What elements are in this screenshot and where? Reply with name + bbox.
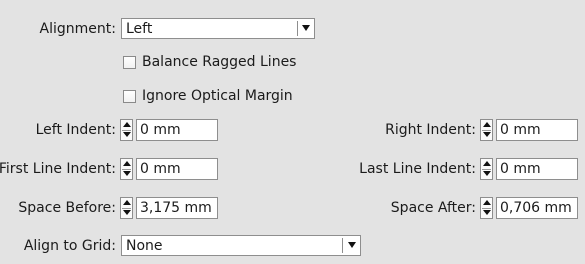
space-before-stepper[interactable] (120, 197, 133, 219)
balance-ragged-lines-label: Balance Ragged Lines (142, 54, 297, 70)
decrement-icon[interactable] (123, 171, 131, 176)
decrement-icon[interactable] (483, 132, 491, 137)
left-indent-stepper[interactable] (120, 119, 133, 141)
dropdown-separator (297, 21, 298, 36)
ignore-optical-margin-label: Ignore Optical Margin (142, 88, 293, 104)
space-after-label: Space After: (390, 200, 476, 216)
alignment-dropdown[interactable]: Left (121, 18, 315, 39)
increment-icon[interactable] (483, 200, 491, 205)
first-line-indent-label: First Line Indent: (0, 161, 116, 177)
right-indent-field[interactable]: 0 mm (496, 119, 578, 141)
first-line-indent-field[interactable]: 0 mm (136, 158, 218, 180)
left-indent-label: Left Indent: (35, 122, 116, 138)
space-before-field[interactable]: 3,175 mm (136, 197, 218, 219)
last-line-indent-stepper[interactable] (480, 158, 493, 180)
space-before-label: Space Before: (18, 200, 116, 216)
decrement-icon[interactable] (123, 210, 131, 215)
last-line-indent-field[interactable]: 0 mm (496, 158, 578, 180)
increment-icon[interactable] (483, 122, 491, 127)
last-line-indent-value: 0 mm (500, 161, 541, 177)
align-to-grid-value: None (126, 238, 163, 254)
space-before-value: 3,175 mm (140, 200, 212, 216)
align-to-grid-label: Align to Grid: (23, 238, 116, 254)
increment-icon[interactable] (483, 161, 491, 166)
right-indent-stepper[interactable] (480, 119, 493, 141)
chevron-down-icon (302, 25, 310, 31)
chevron-down-icon (348, 242, 356, 248)
increment-icon[interactable] (123, 200, 131, 205)
alignment-label: Alignment: (39, 21, 116, 37)
first-line-indent-stepper[interactable] (120, 158, 133, 180)
left-indent-value: 0 mm (140, 122, 181, 138)
first-line-indent-value: 0 mm (140, 161, 181, 177)
right-indent-label: Right Indent: (385, 122, 476, 138)
space-after-value: 0,706 mm (500, 200, 572, 216)
decrement-icon[interactable] (483, 171, 491, 176)
alignment-value: Left (126, 21, 153, 37)
left-indent-field[interactable]: 0 mm (136, 119, 218, 141)
right-indent-value: 0 mm (500, 122, 541, 138)
space-after-field[interactable]: 0,706 mm (496, 197, 578, 219)
align-to-grid-dropdown[interactable]: None (121, 235, 361, 256)
increment-icon[interactable] (123, 122, 131, 127)
last-line-indent-label: Last Line Indent: (359, 161, 476, 177)
space-after-stepper[interactable] (480, 197, 493, 219)
decrement-icon[interactable] (123, 132, 131, 137)
dropdown-separator (342, 238, 343, 253)
ignore-optical-margin-checkbox[interactable] (123, 90, 136, 103)
decrement-icon[interactable] (483, 210, 491, 215)
increment-icon[interactable] (123, 161, 131, 166)
balance-ragged-lines-checkbox[interactable] (123, 56, 136, 69)
